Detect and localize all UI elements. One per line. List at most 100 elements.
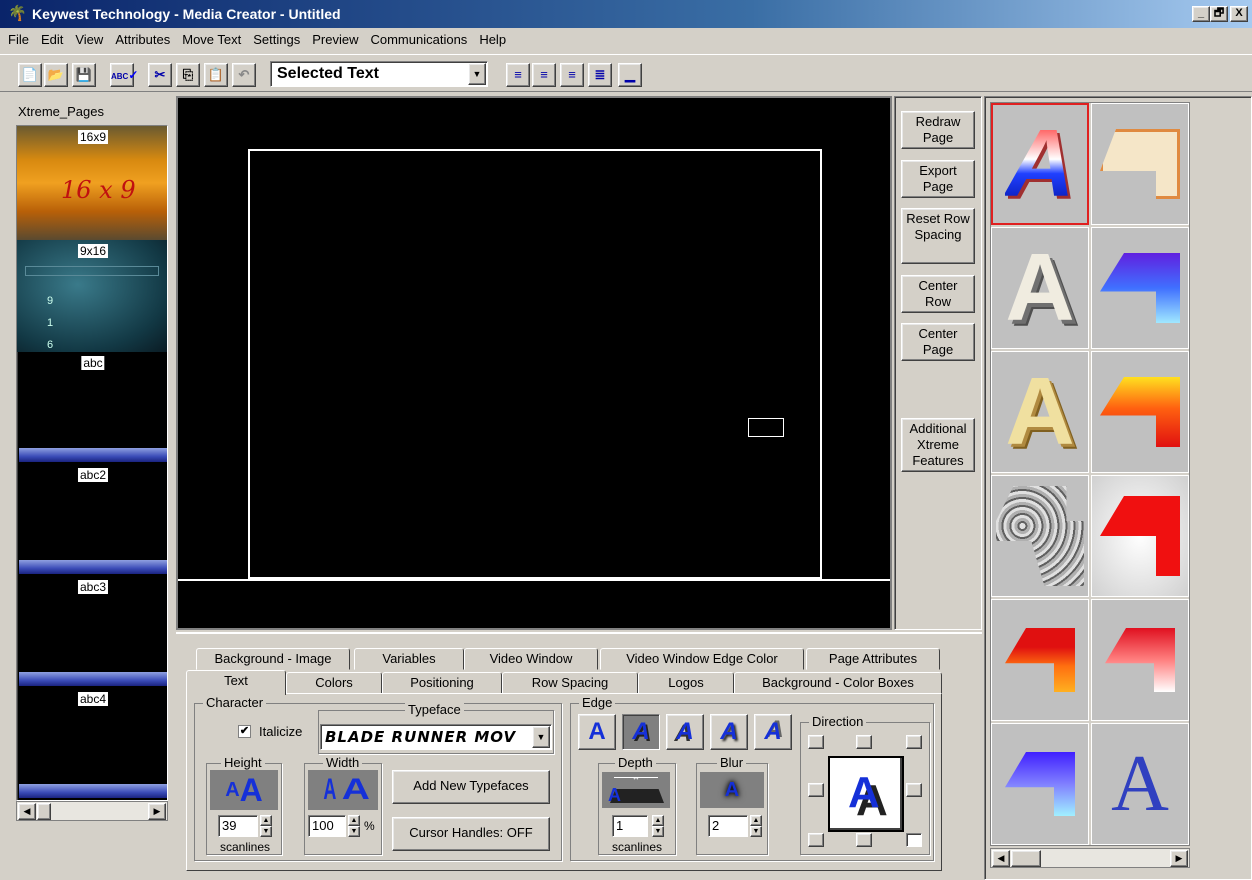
page-thumb-abc4[interactable]: abc4 bbox=[17, 688, 167, 800]
edge-outline-button[interactable]: A bbox=[666, 714, 704, 750]
direction-right[interactable] bbox=[906, 783, 922, 797]
style-blue-gradient[interactable] bbox=[1091, 227, 1189, 349]
style-purple-cyan[interactable] bbox=[991, 723, 1089, 845]
style-blue-serif[interactable]: A bbox=[1091, 723, 1189, 845]
tab-logos[interactable]: Logos bbox=[638, 672, 734, 694]
styles-horizontal-scrollbar[interactable]: ◀ ▶ bbox=[990, 848, 1190, 868]
open-folder-icon[interactable]: 📂 bbox=[44, 63, 68, 87]
export-page-button[interactable]: Export Page bbox=[901, 160, 975, 198]
center-page-button[interactable]: Center Page bbox=[901, 323, 975, 361]
center-row-button[interactable]: Center Row bbox=[901, 275, 975, 313]
height-spinner[interactable]: ▲ ▼ bbox=[260, 815, 272, 837]
menu-preview[interactable]: Preview bbox=[306, 28, 364, 52]
page-thumb-abc[interactable]: abc bbox=[17, 352, 167, 462]
tab-colors[interactable]: Colors bbox=[286, 672, 382, 694]
typeface-select[interactable]: BLADE RUNNER MOV ▼ bbox=[320, 724, 552, 750]
depth-input[interactable]: 1 bbox=[612, 815, 648, 837]
restore-button[interactable]: 🗗 bbox=[1210, 6, 1228, 22]
tab-page-attributes[interactable]: Page Attributes bbox=[806, 648, 940, 670]
underline-icon[interactable]: ▁ bbox=[618, 63, 642, 87]
direction-top-right[interactable] bbox=[906, 735, 922, 749]
width-spinner[interactable]: ▲ ▼ bbox=[348, 815, 360, 837]
style-cream-outline[interactable] bbox=[1091, 103, 1189, 225]
pages-list[interactable]: 16x9 16 x 9 9x16 9 16 abc abc2 abc3 abc4 bbox=[16, 125, 168, 801]
blur-input[interactable]: 2 bbox=[708, 815, 748, 837]
text-styles-grid[interactable]: A A A A bbox=[990, 102, 1190, 846]
undo-icon[interactable]: ↶ bbox=[232, 63, 256, 87]
page-thumb-16x9[interactable]: 16x9 16 x 9 bbox=[17, 126, 167, 240]
menu-edit[interactable]: Edit bbox=[35, 28, 69, 52]
text-scope-select[interactable]: Selected Text ▼ bbox=[270, 61, 488, 87]
menu-settings[interactable]: Settings bbox=[247, 28, 306, 52]
scroll-right-icon[interactable]: ▶ bbox=[148, 803, 166, 820]
cut-icon[interactable]: ✂ bbox=[148, 63, 172, 87]
spell-check-icon[interactable]: ABC✓ bbox=[110, 63, 138, 87]
close-button[interactable]: X bbox=[1230, 6, 1248, 22]
edge-none-button[interactable]: A bbox=[578, 714, 616, 750]
scroll-left-icon[interactable]: ◀ bbox=[992, 850, 1010, 867]
scroll-left-icon[interactable]: ◀ bbox=[18, 803, 36, 820]
tab-video-window-edge-color[interactable]: Video Window Edge Color bbox=[600, 648, 804, 670]
direction-bottom[interactable] bbox=[856, 833, 872, 847]
paste-icon[interactable]: 📋 bbox=[204, 63, 228, 87]
menu-file[interactable]: File bbox=[0, 28, 35, 52]
additional-features-button[interactable]: Additional Xtreme Features bbox=[901, 418, 975, 472]
menu-communications[interactable]: Communications bbox=[364, 28, 473, 52]
menu-view[interactable]: View bbox=[69, 28, 109, 52]
cursor-handles-button[interactable]: Cursor Handles: OFF bbox=[392, 817, 550, 851]
copy-icon[interactable]: ⎘ bbox=[176, 63, 200, 87]
tab-background-color-boxes[interactable]: Background - Color Boxes bbox=[734, 672, 942, 694]
tab-background-image[interactable]: Background - Image bbox=[196, 648, 350, 670]
align-right-icon[interactable]: ≡ bbox=[560, 63, 584, 87]
scroll-thumb[interactable] bbox=[37, 803, 51, 820]
align-left-icon[interactable]: ≡ bbox=[506, 63, 530, 87]
title-bar[interactable]: 🌴 Keywest Technology - Media Creator - U… bbox=[0, 0, 1252, 28]
direction-top-left[interactable] bbox=[808, 735, 824, 749]
chevron-down-icon[interactable]: ▼ bbox=[468, 63, 486, 85]
save-icon[interactable]: 💾 bbox=[72, 63, 96, 87]
text-cursor-box[interactable] bbox=[748, 418, 784, 437]
menu-move-text[interactable]: Move Text bbox=[176, 28, 247, 52]
style-red-white[interactable] bbox=[1091, 599, 1189, 721]
style-red-orange[interactable] bbox=[991, 599, 1089, 721]
direction-bottom-right[interactable] bbox=[906, 833, 922, 847]
width-input[interactable]: 100 bbox=[308, 815, 346, 837]
justify-icon[interactable]: ≣ bbox=[588, 63, 612, 87]
page-thumb-abc3[interactable]: abc3 bbox=[17, 576, 167, 688]
pages-horizontal-scrollbar[interactable]: ◀ ▶ bbox=[16, 801, 168, 821]
chevron-down-icon[interactable]: ▼ bbox=[532, 726, 550, 748]
menu-attributes[interactable]: Attributes bbox=[109, 28, 176, 52]
align-center-icon[interactable]: ≡ bbox=[532, 63, 556, 87]
page-thumb-9x16[interactable]: 9x16 9 16 bbox=[17, 240, 167, 352]
style-red-glow[interactable] bbox=[1091, 475, 1189, 597]
scroll-thumb[interactable] bbox=[1011, 850, 1041, 867]
direction-top[interactable] bbox=[856, 735, 872, 749]
tab-variables[interactable]: Variables bbox=[354, 648, 464, 670]
style-stone-texture[interactable] bbox=[991, 475, 1089, 597]
scroll-right-icon[interactable]: ▶ bbox=[1170, 850, 1188, 867]
direction-left[interactable] bbox=[808, 783, 824, 797]
edge-shadow-button[interactable]: A bbox=[622, 714, 660, 750]
new-file-icon[interactable]: 📄 bbox=[18, 63, 42, 87]
height-input[interactable]: 39 bbox=[218, 815, 258, 837]
style-gold-bevel[interactable]: A bbox=[991, 351, 1089, 473]
depth-spinner[interactable]: ▲ ▼ bbox=[652, 815, 664, 837]
add-typefaces-button[interactable]: Add New Typefaces bbox=[392, 770, 550, 804]
menu-help[interactable]: Help bbox=[473, 28, 512, 52]
page-thumb-abc2[interactable]: abc2 bbox=[17, 464, 167, 576]
style-white-bevel[interactable]: A bbox=[991, 227, 1089, 349]
edge-emboss-button[interactable]: A bbox=[710, 714, 748, 750]
tab-row-spacing[interactable]: Row Spacing bbox=[502, 672, 638, 694]
tab-text[interactable]: Text bbox=[186, 670, 286, 695]
blur-spinner[interactable]: ▲ ▼ bbox=[750, 815, 762, 837]
edge-bevel-button[interactable]: A bbox=[754, 714, 792, 750]
style-gradient-rainbow[interactable]: A bbox=[991, 103, 1089, 225]
reset-row-spacing-button[interactable]: Reset Row Spacing bbox=[901, 208, 975, 264]
style-fire-gradient[interactable] bbox=[1091, 351, 1189, 473]
tab-video-window[interactable]: Video Window bbox=[464, 648, 598, 670]
tab-positioning[interactable]: Positioning bbox=[382, 672, 502, 694]
italicize-checkbox[interactable]: ✔ bbox=[238, 725, 251, 738]
redraw-page-button[interactable]: Redraw Page bbox=[901, 111, 975, 149]
minimize-button[interactable]: _ bbox=[1192, 6, 1210, 22]
direction-bottom-left[interactable] bbox=[808, 833, 824, 847]
